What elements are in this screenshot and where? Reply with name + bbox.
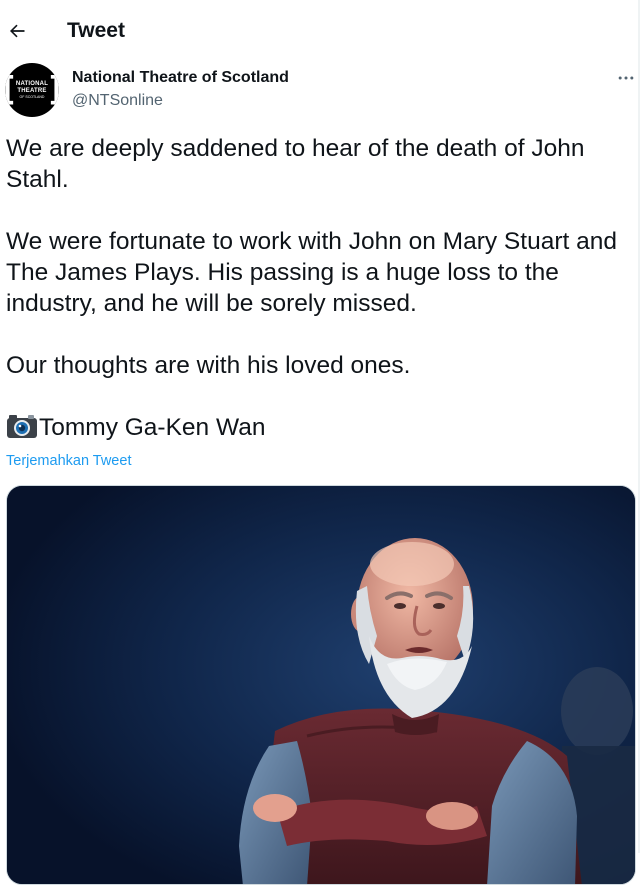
top-bar: Tweet xyxy=(0,0,640,62)
logo-line-2: THEATRE xyxy=(17,87,47,94)
avatar[interactable]: [ NATIONAL THEATRE OF SCOTLAND ] xyxy=(5,63,59,117)
tweet-photo[interactable] xyxy=(6,485,636,885)
tweet-paragraph-1: We are deeply saddened to hear of the de… xyxy=(6,135,585,193)
more-options-button[interactable] xyxy=(614,66,638,90)
logo-line-3: OF SCOTLAND xyxy=(19,94,45,99)
camera-emoji-icon xyxy=(7,415,37,438)
tweet-paragraph-2: We were fortunate to work with John on M… xyxy=(6,228,617,317)
more-dots-icon xyxy=(618,76,634,80)
photo-credit: Tommy Ga-Ken Wan xyxy=(6,412,636,443)
tweet-paragraph-3: Our thoughts are with his loved ones. xyxy=(6,352,411,379)
theatre-logo: [ NATIONAL THEATRE OF SCOTLAND ] xyxy=(5,74,59,107)
logo-line-1: NATIONAL xyxy=(15,80,49,87)
author-handle[interactable]: @NTSonline xyxy=(72,91,163,111)
author-display-name[interactable]: National Theatre of Scotland xyxy=(72,68,289,88)
back-button[interactable] xyxy=(4,18,30,44)
photo-credit-name: Tommy Ga-Ken Wan xyxy=(39,414,266,441)
tweet-text: We are deeply saddened to hear of the de… xyxy=(6,133,636,443)
translate-tweet-link[interactable]: Terjemahkan Tweet xyxy=(6,452,131,470)
actor-photo xyxy=(7,486,635,884)
arrow-left-icon xyxy=(10,24,25,38)
page-title: Tweet xyxy=(67,19,125,42)
